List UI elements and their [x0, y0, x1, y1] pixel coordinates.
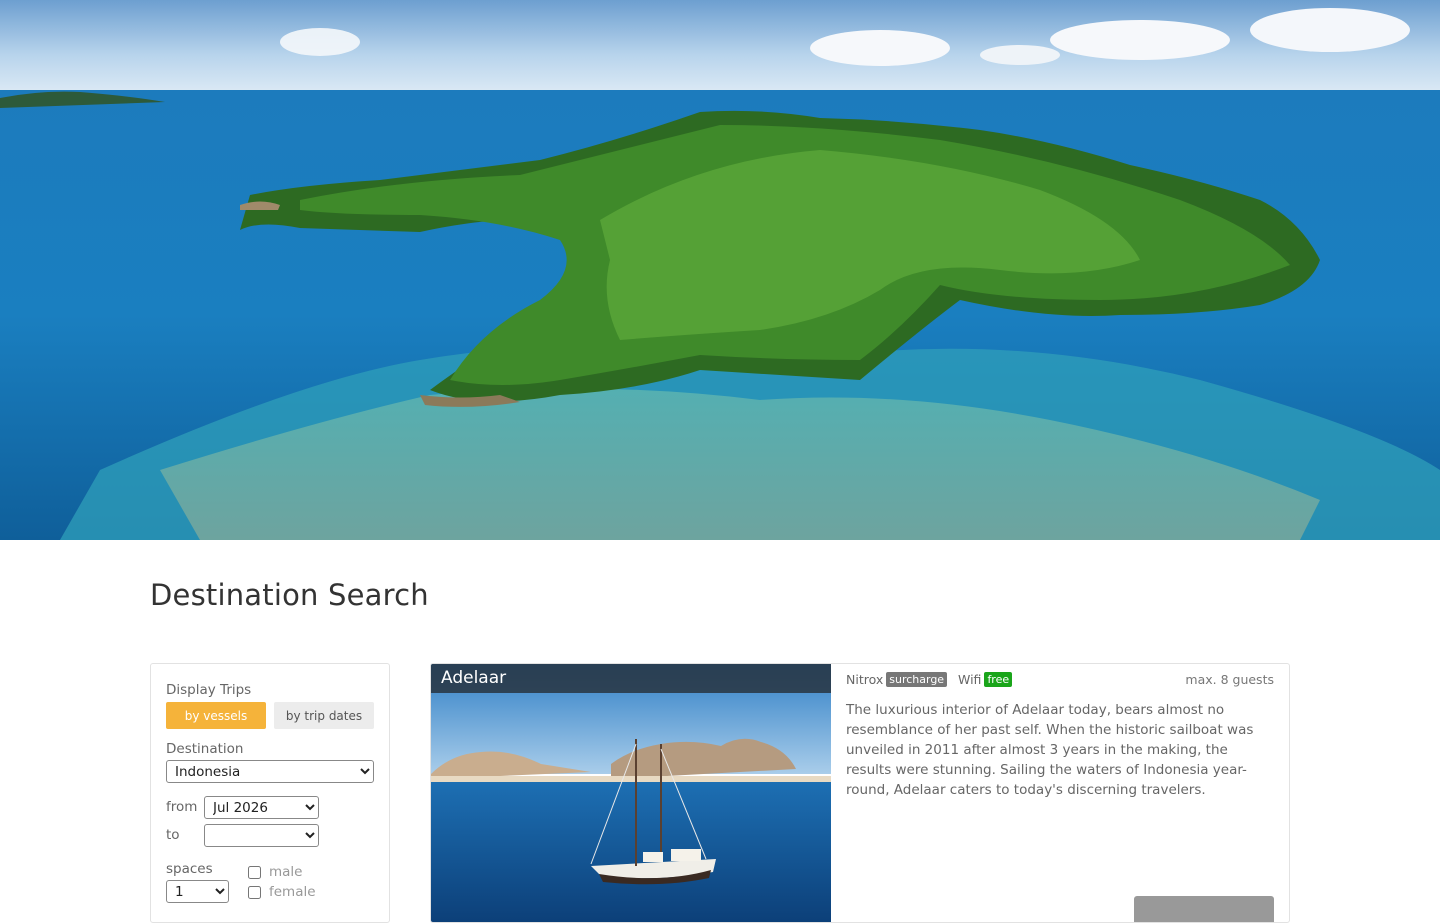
guests-capacity: max. 8 guests [1185, 672, 1274, 687]
nitrox-amenity: Nitrox surcharge [846, 672, 948, 687]
male-option[interactable]: male [248, 864, 302, 880]
nitrox-surcharge-badge: surcharge [886, 672, 948, 687]
search-filter-panel: Display Trips by vessels by trip dates D… [150, 663, 390, 923]
wifi-free-badge: free [984, 672, 1013, 687]
guests-label: max. 8 guests [1185, 672, 1274, 687]
by-vessels-button[interactable]: by vessels [166, 702, 266, 729]
to-date-select[interactable] [204, 824, 319, 847]
page-title: Destination Search [150, 578, 429, 612]
vessel-photo[interactable]: Adelaar [431, 664, 831, 922]
display-trips-label: Display Trips [166, 682, 252, 698]
island-aerial-image [0, 0, 1440, 540]
vessel-card[interactable]: Adelaar Nitrox surcharge Wifi free max. … [430, 663, 1290, 923]
destination-label: Destination [166, 741, 244, 757]
to-label: to [166, 827, 180, 843]
from-date-select[interactable]: Jul 2026 [204, 796, 319, 819]
sailboat-image [431, 664, 831, 922]
vessel-details-button[interactable] [1134, 896, 1274, 922]
vessel-description: The luxurious interior of Adelaar today,… [846, 702, 1254, 798]
spaces-label: spaces [166, 861, 213, 877]
female-checkbox[interactable] [248, 885, 261, 899]
vessel-name: Adelaar [441, 668, 507, 688]
nitrox-label: Nitrox [846, 672, 884, 687]
female-label: female [269, 884, 316, 900]
male-label: male [269, 864, 303, 880]
by-trip-dates-button[interactable]: by trip dates [274, 702, 374, 729]
wifi-amenity: Wifi free [958, 672, 1013, 687]
from-label: from [166, 799, 198, 815]
wifi-label: Wifi [958, 672, 982, 687]
male-checkbox[interactable] [248, 865, 261, 879]
destination-select[interactable]: Indonesia [166, 760, 374, 783]
vessel-name-bar: Adelaar [431, 664, 831, 693]
female-option[interactable]: female [248, 884, 316, 900]
hero-image [0, 0, 1440, 540]
